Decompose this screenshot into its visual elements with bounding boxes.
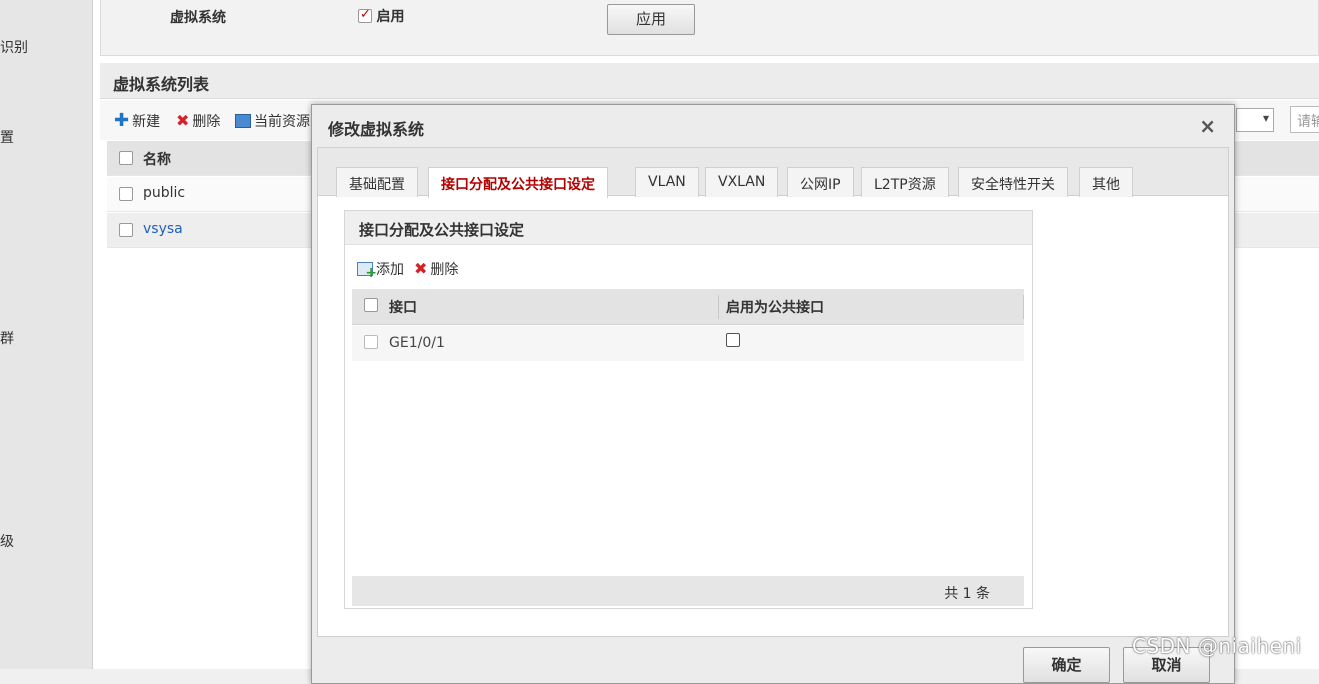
column-interface-header: 接口 bbox=[389, 300, 417, 316]
add-label: 添加 bbox=[376, 262, 404, 278]
table-row[interactable]: GE1/0/1 bbox=[352, 326, 1024, 361]
enable-label: 启用 bbox=[376, 9, 405, 25]
row-checkbox[interactable] bbox=[364, 335, 378, 349]
enable-checkbox[interactable] bbox=[358, 7, 372, 23]
tab-vlan[interactable]: VLAN bbox=[635, 167, 699, 197]
column-name-header: 名称 bbox=[143, 152, 171, 168]
sidebar-item-identify[interactable]: 识别 bbox=[0, 37, 28, 57]
add-icon bbox=[357, 262, 377, 281]
column-divider bbox=[1023, 295, 1024, 319]
close-icon[interactable]: × bbox=[1199, 114, 1216, 138]
left-nav-sidebar: 识别 置 集群 升级 bbox=[0, 0, 93, 669]
current-resource-button[interactable]: 当前资源 bbox=[235, 111, 310, 131]
search-input[interactable]: 请输 bbox=[1290, 106, 1319, 133]
add-button[interactable]: 添加 bbox=[357, 259, 404, 281]
edit-vsys-dialog: 修改虚拟系统 × 基础配置 接口分配及公共接口设定 VLAN VXLAN 公网I… bbox=[311, 104, 1235, 684]
interface-grid-header: 接口 启用为公共接口 bbox=[352, 289, 1024, 325]
tab-l2tp-resource[interactable]: L2TP资源 bbox=[861, 167, 949, 197]
panel-header: 接口分配及公共接口设定 bbox=[345, 211, 1032, 245]
panel-toolbar: 添加 ✖ 删除 bbox=[357, 259, 458, 281]
delete-x-icon: ✖ bbox=[414, 259, 428, 278]
panel-title: 接口分配及公共接口设定 bbox=[359, 221, 525, 239]
dialog-footer: 确定 取消 bbox=[312, 639, 1234, 683]
plus-icon: ✚ bbox=[114, 110, 130, 131]
tab-public-ip[interactable]: 公网IP bbox=[787, 167, 854, 197]
column-divider bbox=[718, 295, 719, 319]
interface-name: GE1/0/1 bbox=[389, 335, 445, 351]
ok-button[interactable]: 确定 bbox=[1023, 647, 1110, 683]
dialog-body: 基础配置 接口分配及公共接口设定 VLAN VXLAN 公网IP L2TP资源 … bbox=[317, 147, 1229, 637]
tab-strip: 基础配置 接口分配及公共接口设定 VLAN VXLAN 公网IP L2TP资源 … bbox=[318, 148, 1228, 198]
delete-button[interactable]: ✖ 删除 bbox=[176, 111, 220, 131]
watermark: CSDN @niaiheni bbox=[1132, 634, 1302, 658]
panel-delete-button[interactable]: ✖ 删除 bbox=[414, 259, 458, 279]
delete-x-icon: ✖ bbox=[176, 111, 190, 130]
sidebar-item-config[interactable]: 置 bbox=[0, 127, 14, 147]
apply-button[interactable]: 应用 bbox=[607, 4, 695, 35]
current-resource-label: 当前资源 bbox=[254, 114, 310, 130]
enable-checkbox-group[interactable]: 启用 bbox=[358, 6, 404, 26]
vsys-settings-section: 虚拟系统 启用 应用 bbox=[100, 0, 1319, 56]
chevron-down-icon: ▾ bbox=[1262, 111, 1269, 125]
delete-label: 删除 bbox=[192, 114, 221, 130]
row-name-link[interactable]: vsysa bbox=[143, 221, 183, 237]
tab-interface-allocation[interactable]: 接口分配及公共接口设定 bbox=[428, 167, 608, 198]
row-checkbox[interactable] bbox=[119, 223, 133, 237]
sidebar-item-upgrade[interactable]: 升级 bbox=[0, 531, 14, 551]
public-interface-checkbox[interactable] bbox=[726, 333, 740, 347]
new-button[interactable]: ✚ 新建 bbox=[114, 111, 160, 131]
tab-security-features[interactable]: 安全特性开关 bbox=[958, 167, 1068, 197]
dialog-title: 修改虚拟系统 bbox=[328, 120, 425, 139]
filter-dropdown[interactable]: ▾ bbox=[1236, 108, 1274, 132]
tab-vxlan[interactable]: VXLAN bbox=[705, 167, 779, 197]
select-all-checkbox[interactable] bbox=[119, 151, 133, 165]
vsys-label: 虚拟系统 bbox=[170, 10, 226, 26]
row-name: public bbox=[143, 185, 186, 201]
grid-footer: 共 1 条 bbox=[352, 576, 1024, 606]
resource-icon bbox=[235, 114, 251, 128]
tab-other[interactable]: 其他 bbox=[1079, 167, 1133, 197]
column-public-header: 启用为公共接口 bbox=[726, 300, 824, 316]
interface-allocation-panel: 接口分配及公共接口设定 添加 ✖ 删除 接口 启用为公共接口 bbox=[344, 210, 1033, 609]
sidebar-item-cluster[interactable]: 集群 bbox=[0, 328, 14, 348]
vsys-list-title: 虚拟系统列表 bbox=[113, 75, 210, 94]
select-all-checkbox[interactable] bbox=[364, 298, 378, 312]
tab-basic-config[interactable]: 基础配置 bbox=[336, 167, 418, 197]
panel-delete-label: 删除 bbox=[430, 262, 459, 278]
new-label: 新建 bbox=[132, 114, 161, 130]
vsys-list-header: 虚拟系统列表 bbox=[100, 63, 1319, 99]
row-checkbox[interactable] bbox=[119, 187, 133, 201]
total-count: 共 1 条 bbox=[944, 586, 990, 602]
